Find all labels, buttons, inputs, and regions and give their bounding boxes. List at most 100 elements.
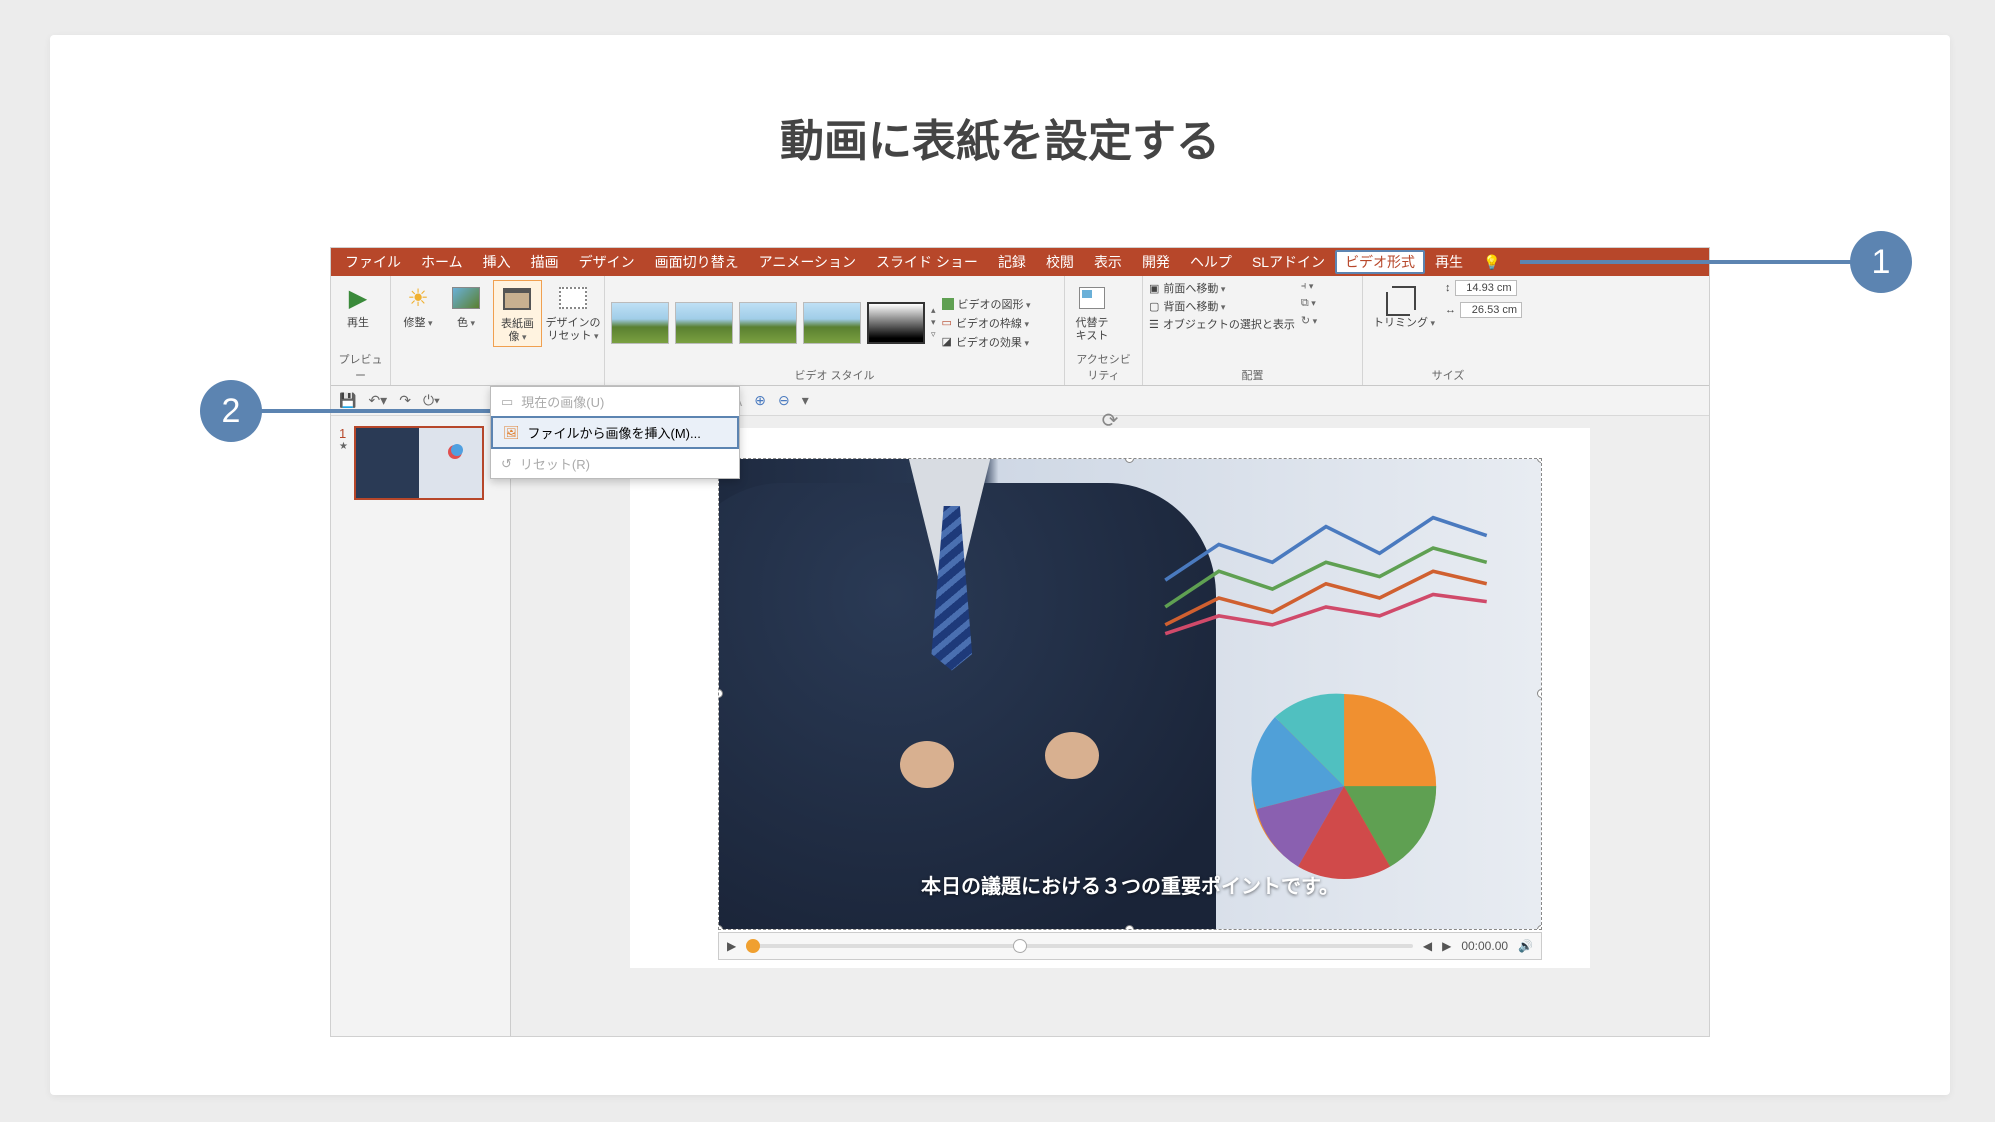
tab-file[interactable]: ファイル — [335, 248, 411, 276]
video-border-button[interactable]: ▭ビデオの枠線 — [942, 315, 1031, 331]
tab-developer[interactable]: 開発 — [1132, 248, 1180, 276]
poster-reset: ↺リセット(R) — [491, 449, 739, 478]
poster-from-file[interactable]: 🖼ファイルから画像を挿入(M)... — [491, 416, 739, 449]
ribbon: ▶ 再生 プレビュー ☀ 修整 色 — [331, 276, 1709, 386]
tab-playback[interactable]: 再生 — [1425, 248, 1473, 276]
video-style-5[interactable] — [867, 302, 925, 344]
send-backward-button[interactable]: ▢背面へ移動 — [1149, 298, 1295, 314]
save-icon[interactable]: 💾 — [339, 392, 356, 409]
resize-handle[interactable] — [1537, 925, 1542, 930]
zoom-in-icon[interactable]: ⊕ — [754, 392, 766, 409]
bring-forward-button[interactable]: ▣前面へ移動 — [1149, 280, 1295, 296]
player-seek-track[interactable] — [746, 944, 1413, 948]
rotation-handle-icon[interactable]: ⟳ — [1102, 408, 1119, 433]
tab-design[interactable]: デザイン — [569, 248, 645, 276]
seek-playhead[interactable] — [746, 939, 760, 953]
video-shape-button[interactable]: ビデオの図形 — [942, 296, 1031, 312]
width-input[interactable]: 26.53 cm — [1460, 302, 1522, 318]
seek-marker[interactable] — [1013, 939, 1027, 953]
video-style-3[interactable] — [739, 302, 797, 344]
crop-icon — [1388, 282, 1420, 314]
thumbnail-number: 1 — [339, 426, 348, 441]
crop-button[interactable]: トリミング — [1369, 280, 1439, 332]
picture-icon — [450, 282, 482, 314]
video-effects-button[interactable]: ◪ビデオの効果 — [942, 334, 1031, 350]
tab-record[interactable]: 記録 — [988, 248, 1036, 276]
thumbnail-preview — [354, 426, 484, 500]
reset-small-icon: ↺ — [501, 456, 512, 472]
video-style-2[interactable] — [675, 302, 733, 344]
alt-text-button[interactable]: 代替テ キスト — [1071, 280, 1113, 345]
page-title: 動画に表紙を設定する — [50, 105, 1950, 169]
picture-file-icon: 🖼 — [503, 425, 520, 441]
reset-design-button[interactable]: デザインの リセット — [548, 280, 598, 345]
slide-thumbnail-1[interactable]: 1 ★ — [339, 426, 502, 500]
selection-pane-button[interactable]: ☰オブジェクトの選択と表示 — [1149, 316, 1295, 332]
group-label-size: サイズ — [1369, 367, 1527, 383]
player-play-icon[interactable]: ▶ — [727, 939, 736, 953]
workspace: 1 ★ ⟳ — [331, 416, 1709, 1036]
slide-editor[interactable]: ⟳ — [511, 416, 1709, 1036]
video-frame-content: 本日の議題における３つの重要ポイントです。 — [719, 459, 1541, 929]
powerpoint-window: ファイル ホーム 挿入 描画 デザイン 画面切り替え アニメーション スライド … — [330, 247, 1710, 1037]
poster-frame-button[interactable]: 表紙画像 — [493, 280, 542, 347]
styles-more-icon[interactable]: ▿ — [931, 329, 936, 340]
reset-icon — [557, 282, 589, 314]
tab-tell-me-icon[interactable]: 💡 — [1473, 248, 1510, 276]
color-button[interactable]: 色 — [445, 280, 487, 332]
play-button[interactable]: ▶ 再生 — [337, 280, 379, 332]
tab-animations[interactable]: アニメーション — [749, 248, 866, 276]
height-icon: ↕ — [1445, 282, 1451, 294]
ribbon-tabbar: ファイル ホーム 挿入 描画 デザイン 画面切り替え アニメーション スライド … — [331, 248, 1709, 276]
tab-help[interactable]: ヘルプ — [1180, 248, 1242, 276]
tab-insert[interactable]: 挿入 — [473, 248, 521, 276]
alt-text-icon — [1076, 282, 1108, 314]
callout-line-2 — [260, 409, 492, 413]
resize-handle[interactable] — [1537, 689, 1542, 698]
video-style-4[interactable] — [803, 302, 861, 344]
tab-slideshow[interactable]: スライド ショー — [866, 248, 988, 276]
tab-sladdin[interactable]: SLアドイン — [1242, 248, 1335, 276]
player-step-forward-icon[interactable]: ▶ — [1442, 939, 1451, 953]
animation-indicator-icon: ★ — [339, 441, 348, 452]
group-button[interactable]: ⧉ — [1301, 297, 1317, 310]
poster-current-frame: ▭現在の画像(U) — [491, 387, 739, 416]
selection-icon: ☰ — [1149, 318, 1159, 331]
sun-icon: ☀ — [402, 282, 434, 314]
border-icon: ▭ — [942, 316, 952, 329]
autosave-icon[interactable]: ⏻▾ — [423, 392, 440, 409]
tab-draw[interactable]: 描画 — [521, 248, 569, 276]
redo-icon[interactable]: ↷ — [399, 392, 411, 409]
undo-icon[interactable]: ↶▾ — [368, 392, 387, 409]
frame-icon: ▭ — [501, 394, 513, 410]
align-button[interactable]: ⫞ — [1301, 280, 1317, 293]
group-label-accessibility: アクセシビリティ — [1071, 351, 1136, 383]
group-label-styles: ビデオ スタイル — [611, 367, 1058, 383]
group-label-preview: プレビュー — [337, 351, 384, 383]
slide-thumbnail-panel: 1 ★ — [331, 416, 511, 1036]
tab-home[interactable]: ホーム — [411, 248, 473, 276]
player-step-back-icon[interactable]: ◀ — [1423, 939, 1432, 953]
player-volume-icon[interactable]: 🔊 — [1518, 939, 1533, 953]
tab-review[interactable]: 校閲 — [1036, 248, 1084, 276]
height-input[interactable]: 14.93 cm — [1455, 280, 1517, 296]
bring-forward-icon: ▣ — [1149, 282, 1159, 295]
shape-icon — [942, 298, 954, 310]
width-icon: ↔ — [1445, 304, 1456, 316]
rotate-button[interactable]: ↻ — [1301, 314, 1317, 327]
zoom-out-icon[interactable]: ⊖ — [778, 392, 790, 409]
tab-view[interactable]: 表示 — [1084, 248, 1132, 276]
callout-badge-1: 1 — [1850, 231, 1912, 293]
tab-video-format[interactable]: ビデオ形式 — [1335, 250, 1425, 274]
qat-more-icon[interactable]: ▾ — [802, 392, 809, 409]
tab-transitions[interactable]: 画面切り替え — [645, 248, 749, 276]
send-backward-icon: ▢ — [1149, 300, 1159, 313]
corrections-button[interactable]: ☀ 修整 — [397, 280, 439, 332]
resize-handle[interactable] — [1125, 925, 1134, 930]
video-object[interactable]: 本日の議題における３つの重要ポイントです。 — [718, 458, 1542, 930]
video-style-1[interactable] — [611, 302, 669, 344]
effects-icon: ◪ — [942, 335, 952, 348]
callout-line-1 — [1520, 260, 1854, 264]
callout-badge-2: 2 — [200, 380, 262, 442]
slide-canvas: ⟳ — [630, 428, 1590, 968]
